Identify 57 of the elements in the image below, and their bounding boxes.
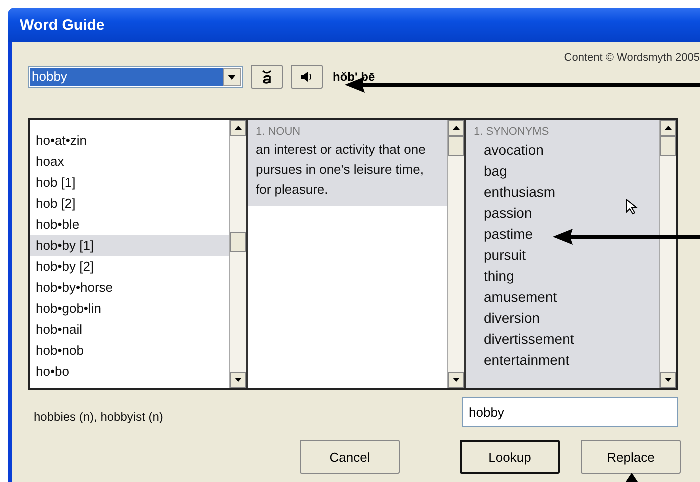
down-arrow-icon (234, 378, 242, 382)
word-list-item[interactable]: hob•by [2] (30, 256, 229, 277)
synonym-item[interactable]: passion (484, 203, 532, 224)
scroll-thumb[interactable] (448, 136, 464, 156)
word-list-item[interactable]: ho•at•zin (30, 130, 229, 151)
synonym-item[interactable]: pastime (484, 224, 534, 245)
synonym-item[interactable]: avocation (484, 140, 544, 161)
up-arrow-icon (664, 126, 672, 130)
down-arrow-icon (664, 378, 672, 382)
word-list-item[interactable]: hob•by [1] (30, 235, 229, 256)
window-title: Word Guide (20, 16, 105, 34)
replacement-field[interactable]: hobby (462, 397, 678, 427)
dialog-button[interactable]: Replace (581, 440, 681, 474)
annotation-arrow (626, 473, 638, 482)
scroll-up-button[interactable] (230, 120, 246, 136)
word-list-item[interactable]: hob•by•horse (30, 277, 229, 298)
synonym-item[interactable]: thing (484, 266, 514, 287)
sense-label: 1. NOUN (256, 126, 302, 138)
definition-block[interactable]: 1. NOUN an interest or activity that one pursues in one's leisure time, for pleasure. (248, 120, 447, 206)
word-list-item[interactable]: ho•bo (30, 361, 229, 382)
word-list-item[interactable]: hob•ble (30, 214, 229, 235)
copyright-text: Content © Wordsmyth 2005 (564, 52, 700, 64)
dialog-button[interactable]: Cancel (300, 440, 400, 474)
scroll-down-button[interactable] (660, 372, 676, 388)
synonym-item[interactable]: amusement (484, 287, 558, 308)
word-list-item[interactable]: hob•nob (30, 340, 229, 361)
synonyms-heading: 1. SYNONYMS (474, 126, 550, 138)
synonym-item[interactable]: pursuit (484, 245, 526, 266)
word-list-item[interactable]: hob•nail (30, 319, 229, 340)
synonym-item[interactable]: enthusiasm (484, 182, 556, 203)
word-list-item[interactable]: hoax (30, 151, 229, 172)
up-arrow-icon (452, 126, 460, 130)
word-forms-text: hobbies (n), hobbyist (n) (34, 410, 164, 424)
word-list-item[interactable]: hob [2] (30, 193, 229, 214)
scroll-down-button[interactable] (230, 372, 246, 388)
pronunciation-key-button[interactable] (251, 65, 283, 89)
synonym-item[interactable]: diversion (484, 308, 540, 329)
synonym-item[interactable]: divertissement (484, 329, 574, 350)
speaker-icon (300, 71, 314, 83)
down-arrow-icon (452, 378, 460, 382)
up-arrow-icon (234, 126, 242, 130)
synonym-item[interactable]: bag (484, 161, 508, 182)
caret-icon (228, 74, 236, 80)
scroll-up-button[interactable] (660, 120, 676, 136)
definition-text: an interest or activity that one pursues in one's leisure time, for pleasure. (256, 141, 427, 199)
dialog-button[interactable]: Lookup (460, 440, 560, 474)
speaker-button[interactable] (291, 65, 323, 89)
word-list-item[interactable]: hob•gob•lin (30, 298, 229, 319)
scroll-thumb[interactable] (660, 136, 676, 156)
word-dropdown[interactable]: hobby (28, 66, 243, 88)
scroll-down-button[interactable] (448, 372, 464, 388)
breve-letter-icon (260, 69, 274, 85)
synonym-item[interactable]: entertainment (484, 350, 570, 371)
mouse-pointer-icon (626, 199, 640, 215)
scroll-up-button[interactable] (448, 120, 464, 136)
scroll-thumb[interactable] (230, 232, 246, 252)
word-list-item[interactable]: hob [1] (30, 172, 229, 193)
